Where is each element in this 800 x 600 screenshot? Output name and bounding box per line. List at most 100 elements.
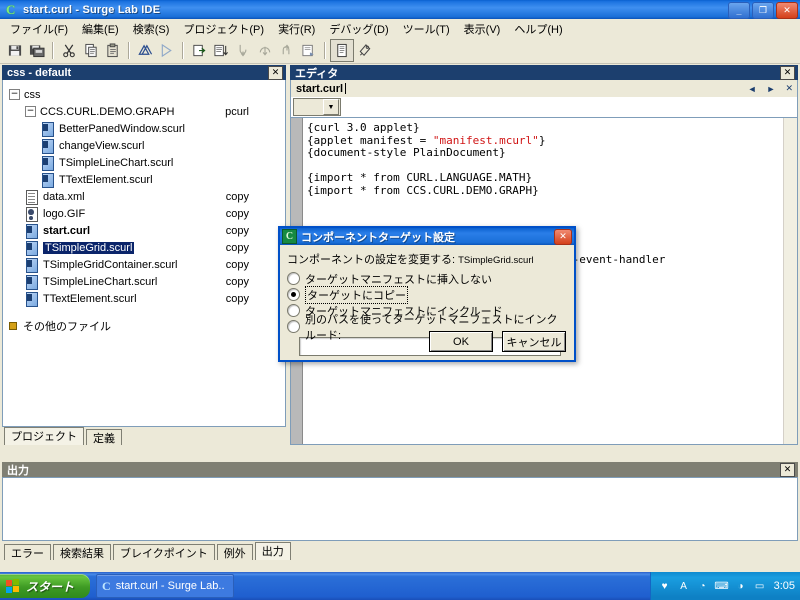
maximize-button[interactable]: ❐ <box>752 2 774 19</box>
radio-indicator[interactable] <box>287 272 300 285</box>
editor-panel-close-icon[interactable]: ✕ <box>780 65 795 80</box>
output-panel-close-icon[interactable]: ✕ <box>780 462 795 477</box>
menu-debug[interactable]: デバッグ(D) <box>322 19 395 39</box>
tab-definition[interactable]: 定義 <box>86 429 122 445</box>
build-icon[interactable] <box>134 40 156 61</box>
scope-dropdown[interactable]: ▼ <box>293 98 341 116</box>
tab-prev-icon[interactable]: ◄ <box>748 84 757 94</box>
radio-indicator[interactable] <box>287 288 300 301</box>
tree-item[interactable]: TSimpleGridContainer.scurl copy <box>3 256 285 273</box>
tab-project[interactable]: プロジェクト <box>4 427 84 445</box>
editor-combo-row: ▼ <box>290 97 798 118</box>
curl-file-icon <box>25 257 38 273</box>
taskbar-clock[interactable]: 3:05 <box>774 580 795 592</box>
curl-logo-icon: C <box>282 229 297 244</box>
tree-item-label: TSimpleGridContainer.scurl <box>43 258 178 271</box>
ide-window: C start.curl - Surge Lab IDE _ ❐ ✕ ファイル(… <box>0 0 800 572</box>
tab-search-results[interactable]: 検索結果 <box>53 544 111 560</box>
tab-breakpoints[interactable]: ブレイクポイント <box>113 544 215 560</box>
tree-item-label: TTextElement.scurl <box>59 173 153 186</box>
radio-indicator[interactable] <box>287 320 300 333</box>
tree-item[interactable]: その他のファイル <box>3 317 285 334</box>
radio-indicator[interactable] <box>287 304 300 317</box>
tree-item-label: changeView.scurl <box>59 139 145 152</box>
radio-label: ターゲットマニフェストに挿入しない <box>305 273 492 286</box>
document-icon[interactable] <box>330 39 354 62</box>
debug-list-icon[interactable] <box>210 40 232 61</box>
menu-project[interactable]: プロジェクト(P) <box>176 19 271 39</box>
editor-panel-caption: エディタ ✕ <box>290 65 798 80</box>
menu-edit[interactable]: 編集(E) <box>75 19 126 39</box>
tree-item[interactable]: − css <box>3 86 285 103</box>
save-icon[interactable] <box>4 40 26 61</box>
taskbar-task-surgelab[interactable]: C start.curl - Surge Lab.. <box>96 574 234 598</box>
tab-close-icon[interactable]: ✕ <box>785 83 793 94</box>
speaker-icon[interactable]: ◑ <box>734 579 748 593</box>
ok-button[interactable]: OK <box>429 331 493 352</box>
tree-item[interactable]: TTextElement.scurl copy <box>3 290 285 307</box>
tree-item[interactable]: − CCS.CURL.DEMO.GRAPH pcurl <box>3 103 285 120</box>
step-into-icon[interactable] <box>232 40 254 61</box>
tree-item[interactable]: start.curl copy <box>3 222 285 239</box>
settings-icon[interactable] <box>354 40 376 61</box>
tree-bullet-icon <box>9 321 17 330</box>
dialog-close-button[interactable]: ✕ <box>554 228 572 245</box>
code-string-literal: "manifest.mcurl" <box>432 133 539 147</box>
debug-start-icon[interactable] <box>188 40 210 61</box>
radio-no-insert[interactable]: ターゲットマニフェストに挿入しない <box>287 271 567 286</box>
step-out-icon[interactable] <box>276 40 298 61</box>
tree-item[interactable]: TTextElement.scurl <box>3 171 285 188</box>
network-icon[interactable]: ⌨ <box>714 579 728 593</box>
clock-tray-icon[interactable]: ◔ <box>696 579 710 593</box>
cut-icon[interactable] <box>58 40 80 61</box>
tree-item[interactable]: logo.GIF copy <box>3 205 285 222</box>
tree-item-kind: copy <box>225 241 249 254</box>
tree-item[interactable]: TSimpleGrid.scurl copy <box>3 239 285 256</box>
editor-vertical-scrollbar[interactable] <box>783 118 797 444</box>
chevron-down-icon[interactable]: ▼ <box>323 99 339 115</box>
close-button[interactable]: ✕ <box>776 2 798 19</box>
menu-file[interactable]: ファイル(F) <box>3 19 75 39</box>
image-file-icon <box>25 206 38 222</box>
editor-tab-startcurl[interactable]: start.curl <box>291 82 350 96</box>
tree-expander-icon[interactable]: − <box>9 89 20 100</box>
start-button[interactable]: スタート <box>0 574 91 598</box>
menu-help[interactable]: ヘルプ(H) <box>507 19 569 39</box>
curl-file-icon <box>25 240 38 256</box>
tab-errors[interactable]: エラー <box>4 544 51 560</box>
paste-icon[interactable] <box>102 40 124 61</box>
curl-file-icon <box>41 121 54 137</box>
tree-expander-icon[interactable]: − <box>25 106 36 117</box>
save-all-icon[interactable] <box>26 40 48 61</box>
tree-item[interactable]: BetterPanedWindow.scurl <box>3 120 285 137</box>
run-icon[interactable] <box>156 40 178 61</box>
tab-output[interactable]: 出力 <box>254 542 291 560</box>
tab-exceptions[interactable]: 例外 <box>216 544 253 560</box>
monitor-icon[interactable]: ▭ <box>753 579 767 593</box>
menu-run[interactable]: 実行(R) <box>271 19 322 39</box>
menu-tools[interactable]: ツール(T) <box>396 19 457 39</box>
tree-item-kind: copy <box>225 190 249 203</box>
window-titlebar: C start.curl - Surge Lab IDE _ ❐ ✕ <box>0 0 800 19</box>
code-line: {import * from CURL.LANGUAGE.MATH} <box>307 171 533 184</box>
tree-item[interactable]: TSimpleLineChart.scurl <box>3 154 285 171</box>
project-panel-close-icon[interactable]: ✕ <box>268 65 283 80</box>
curl-file-icon <box>25 291 38 307</box>
run-to-cursor-icon[interactable] <box>298 40 320 61</box>
menu-search[interactable]: 検索(S) <box>126 19 177 39</box>
curl-file-icon <box>25 223 38 239</box>
menu-view[interactable]: 表示(V) <box>457 19 508 39</box>
radio-copy-to-target[interactable]: ターゲットにコピー <box>287 285 567 304</box>
tree-item[interactable]: TSimpleLineChart.scurl copy <box>3 273 285 290</box>
cancel-button[interactable]: キャンセル <box>502 331 566 352</box>
volume-icon[interactable]: ♥ <box>658 579 672 593</box>
tab-next-icon[interactable]: ► <box>767 84 776 94</box>
copy-icon[interactable] <box>80 40 102 61</box>
ime-indicator-icon[interactable]: A <box>677 579 691 593</box>
code-line: {document-style PlainDocument} <box>307 146 506 159</box>
tree-item[interactable]: data.xml copy <box>3 188 285 205</box>
tree-item[interactable]: changeView.scurl <box>3 137 285 154</box>
project-tree[interactable]: − css − CCS.CURL.DEMO.GRAPH pcurl BetterPaned… <box>2 80 286 427</box>
minimize-button[interactable]: _ <box>728 2 750 19</box>
step-over-icon[interactable] <box>254 40 276 61</box>
